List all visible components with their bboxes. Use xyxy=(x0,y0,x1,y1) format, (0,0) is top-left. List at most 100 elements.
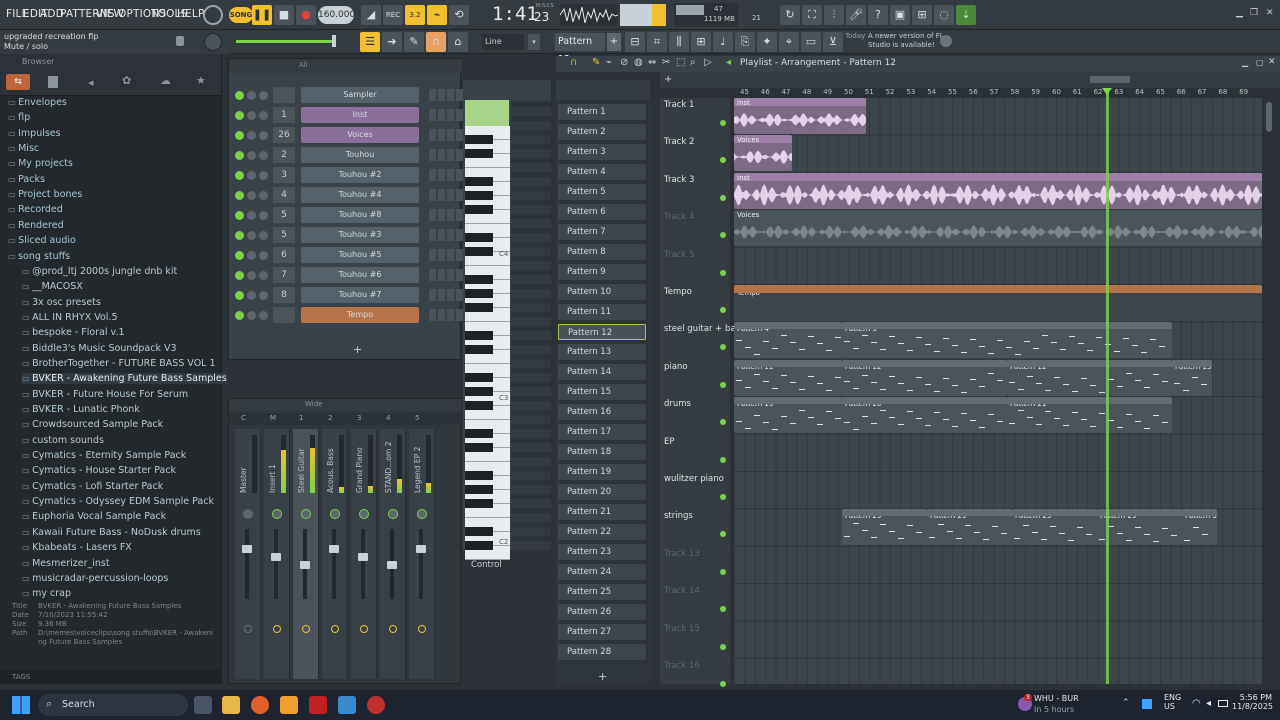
piano-roll-icon[interactable]: ⊟ xyxy=(625,32,645,52)
chevron-down-icon[interactable]: ▾ xyxy=(528,34,540,50)
channel-name-button[interactable]: Touhou #5 xyxy=(301,247,419,263)
pattern-clip[interactable]: Pattern 12 xyxy=(1007,359,1172,396)
browser-item[interactable]: ▭ Cymatics - Lofi Starter Pack xyxy=(22,481,163,492)
mixer-fx-slot[interactable] xyxy=(360,625,368,633)
channel-steps[interactable] xyxy=(429,169,463,181)
channel-steps[interactable] xyxy=(429,149,463,161)
browser-item[interactable]: ▭ Biddle3's Music Soundpack V3 xyxy=(22,343,177,354)
pattern-item[interactable]: Pattern 22 xyxy=(558,524,646,540)
pattern-item[interactable]: Pattern 4 xyxy=(558,164,646,180)
channel-row[interactable]: 3 Touhou #2 xyxy=(233,167,463,185)
channel-pan-knob[interactable] xyxy=(247,211,256,220)
track-mute-led[interactable] xyxy=(720,531,726,538)
mixer-fx-slot[interactable] xyxy=(244,625,252,633)
mixer-view-icon[interactable]: ⫼ xyxy=(669,32,689,52)
browser-item[interactable]: ▭ Rendered xyxy=(8,220,64,231)
touch-keyboard-icon[interactable]: ▭ xyxy=(801,32,821,52)
browser-tab-cloud-icon[interactable]: ☁ xyxy=(160,74,171,87)
add-channel-button[interactable]: + xyxy=(353,343,362,356)
stamp-icon[interactable]: ⌂ xyxy=(448,32,468,52)
channel-mute-led[interactable] xyxy=(235,131,244,140)
pattern-item[interactable]: Pattern 3 xyxy=(558,144,646,160)
mixer-pan-knob[interactable] xyxy=(301,509,311,519)
channel-rack-icon[interactable]: ⌗ xyxy=(647,32,667,52)
browser-item[interactable]: ▭ BVKER - Lunatic Phonk xyxy=(22,404,140,415)
mixer-fx-slot[interactable] xyxy=(331,625,339,633)
news-panel[interactable]: Today A newer version of FL Studio is av… xyxy=(842,30,944,54)
browser-icon[interactable]: ⎘ xyxy=(735,32,755,52)
channel-steps[interactable] xyxy=(429,129,463,141)
channel-row[interactable]: 8 Touhou #7 xyxy=(233,287,463,305)
pattern-item[interactable]: Pattern 2 xyxy=(558,124,646,140)
mixer-pan-knob[interactable] xyxy=(359,509,369,519)
channel-volume-knob[interactable] xyxy=(259,311,268,320)
channel-volume-knob[interactable] xyxy=(259,171,268,180)
channel-mixer-number[interactable]: 26 xyxy=(273,127,295,143)
track-header[interactable]: Track 15 xyxy=(664,624,700,634)
track-header[interactable]: Track 1 xyxy=(664,100,694,110)
channel-mixer-number[interactable]: 8 xyxy=(273,287,295,303)
channel-row[interactable]: 2 Touhou xyxy=(233,147,463,165)
pattern-clip[interactable]: Pattern 29 xyxy=(1097,509,1182,546)
track-header[interactable]: wulitzer piano xyxy=(664,474,724,484)
delete-tool-icon[interactable]: ⊘ xyxy=(620,57,628,68)
pattern-item[interactable]: Pattern 28 xyxy=(558,644,646,660)
channel-pan-knob[interactable] xyxy=(247,171,256,180)
browser-item[interactable]: ▭ Kawaii Future Bass - NoDusk drums xyxy=(22,527,201,538)
browser-tab-all-icon[interactable]: ⇆ xyxy=(6,74,30,90)
channel-row[interactable]: 26 Voices xyxy=(233,127,463,145)
pattern-item[interactable]: Pattern 16 xyxy=(558,404,646,420)
channel-pan-knob[interactable] xyxy=(247,291,256,300)
tempo-display[interactable]: 160.000 xyxy=(318,6,355,24)
track-mute-led[interactable] xyxy=(720,494,726,500)
start-icon[interactable] xyxy=(12,696,30,714)
channel-volume-knob[interactable] xyxy=(259,151,268,160)
track-mute-led[interactable] xyxy=(720,232,726,239)
piano-black-key[interactable] xyxy=(465,191,493,200)
pattern-item[interactable]: Pattern 12 xyxy=(558,324,646,340)
browser-item[interactable]: ▭ Mesmerizer_inst xyxy=(22,558,110,569)
piano-black-key[interactable] xyxy=(465,205,493,214)
browser-item[interactable]: ▭ Sliced audio xyxy=(8,235,76,246)
channel-pan-knob[interactable] xyxy=(247,231,256,240)
photos-icon[interactable] xyxy=(338,696,356,714)
song-mode-toggle[interactable]: SONG xyxy=(229,7,253,23)
channel-row[interactable]: Tempo xyxy=(233,307,463,325)
channel-steps[interactable] xyxy=(429,229,463,241)
playlist-grid[interactable]: Inst Voices Inst Voices Tempo Pattern 4 Patter… xyxy=(734,98,1262,684)
piano-black-key[interactable] xyxy=(465,485,493,494)
restore-button[interactable]: ❐ xyxy=(1250,8,1258,18)
channel-steps[interactable] xyxy=(429,109,463,121)
mixer-fader-handle[interactable] xyxy=(387,561,397,569)
pattern-item[interactable]: Pattern 20 xyxy=(558,484,646,500)
pattern-clip[interactable]: Pattern 4 xyxy=(734,322,842,359)
track-header[interactable]: steel guitar + bass xyxy=(664,324,744,334)
tray-chevron-icon[interactable]: ⌃ xyxy=(1122,698,1130,708)
track-header[interactable]: Track 14 xyxy=(664,586,700,596)
pattern-item[interactable]: Pattern 1 xyxy=(558,104,646,120)
pattern-item[interactable]: Pattern 6 xyxy=(558,204,646,220)
channel-name-button[interactable]: Touhou #6 xyxy=(301,267,419,283)
browser-tab-star-icon[interactable]: ★ xyxy=(196,74,206,87)
mixer-pan-knob[interactable] xyxy=(243,509,253,519)
help-icon[interactable]: ? xyxy=(868,5,888,25)
channel-name-button[interactable]: Inst xyxy=(301,107,419,123)
wait-input-icon[interactable]: REC xyxy=(383,5,403,25)
channel-steps[interactable] xyxy=(429,209,463,221)
channel-volume-knob[interactable] xyxy=(259,271,268,280)
piano-black-key[interactable] xyxy=(465,247,493,256)
pattern-item[interactable]: Pattern 23 xyxy=(558,544,646,560)
channel-name-button[interactable]: Touhou #7 xyxy=(301,287,419,303)
pattern-item[interactable]: Pattern 11 xyxy=(558,304,646,320)
channel-steps[interactable] xyxy=(429,309,463,321)
channel-row[interactable]: 5 Touhou #3 xyxy=(233,227,463,245)
browser-item[interactable]: ▭ custom sounds xyxy=(22,435,104,446)
channel-steps[interactable] xyxy=(429,289,463,301)
play-button[interactable]: ❚❚ xyxy=(252,5,272,25)
plugin-icon[interactable]: ⊞ xyxy=(912,5,932,25)
filezilla-icon[interactable] xyxy=(309,696,327,714)
transport-circle-icon[interactable] xyxy=(203,5,223,25)
download-icon[interactable]: ⇣ xyxy=(956,5,976,25)
channel-name-button[interactable]: Touhou #2 xyxy=(301,167,419,183)
channel-mixer-number[interactable]: 3 xyxy=(273,167,295,183)
